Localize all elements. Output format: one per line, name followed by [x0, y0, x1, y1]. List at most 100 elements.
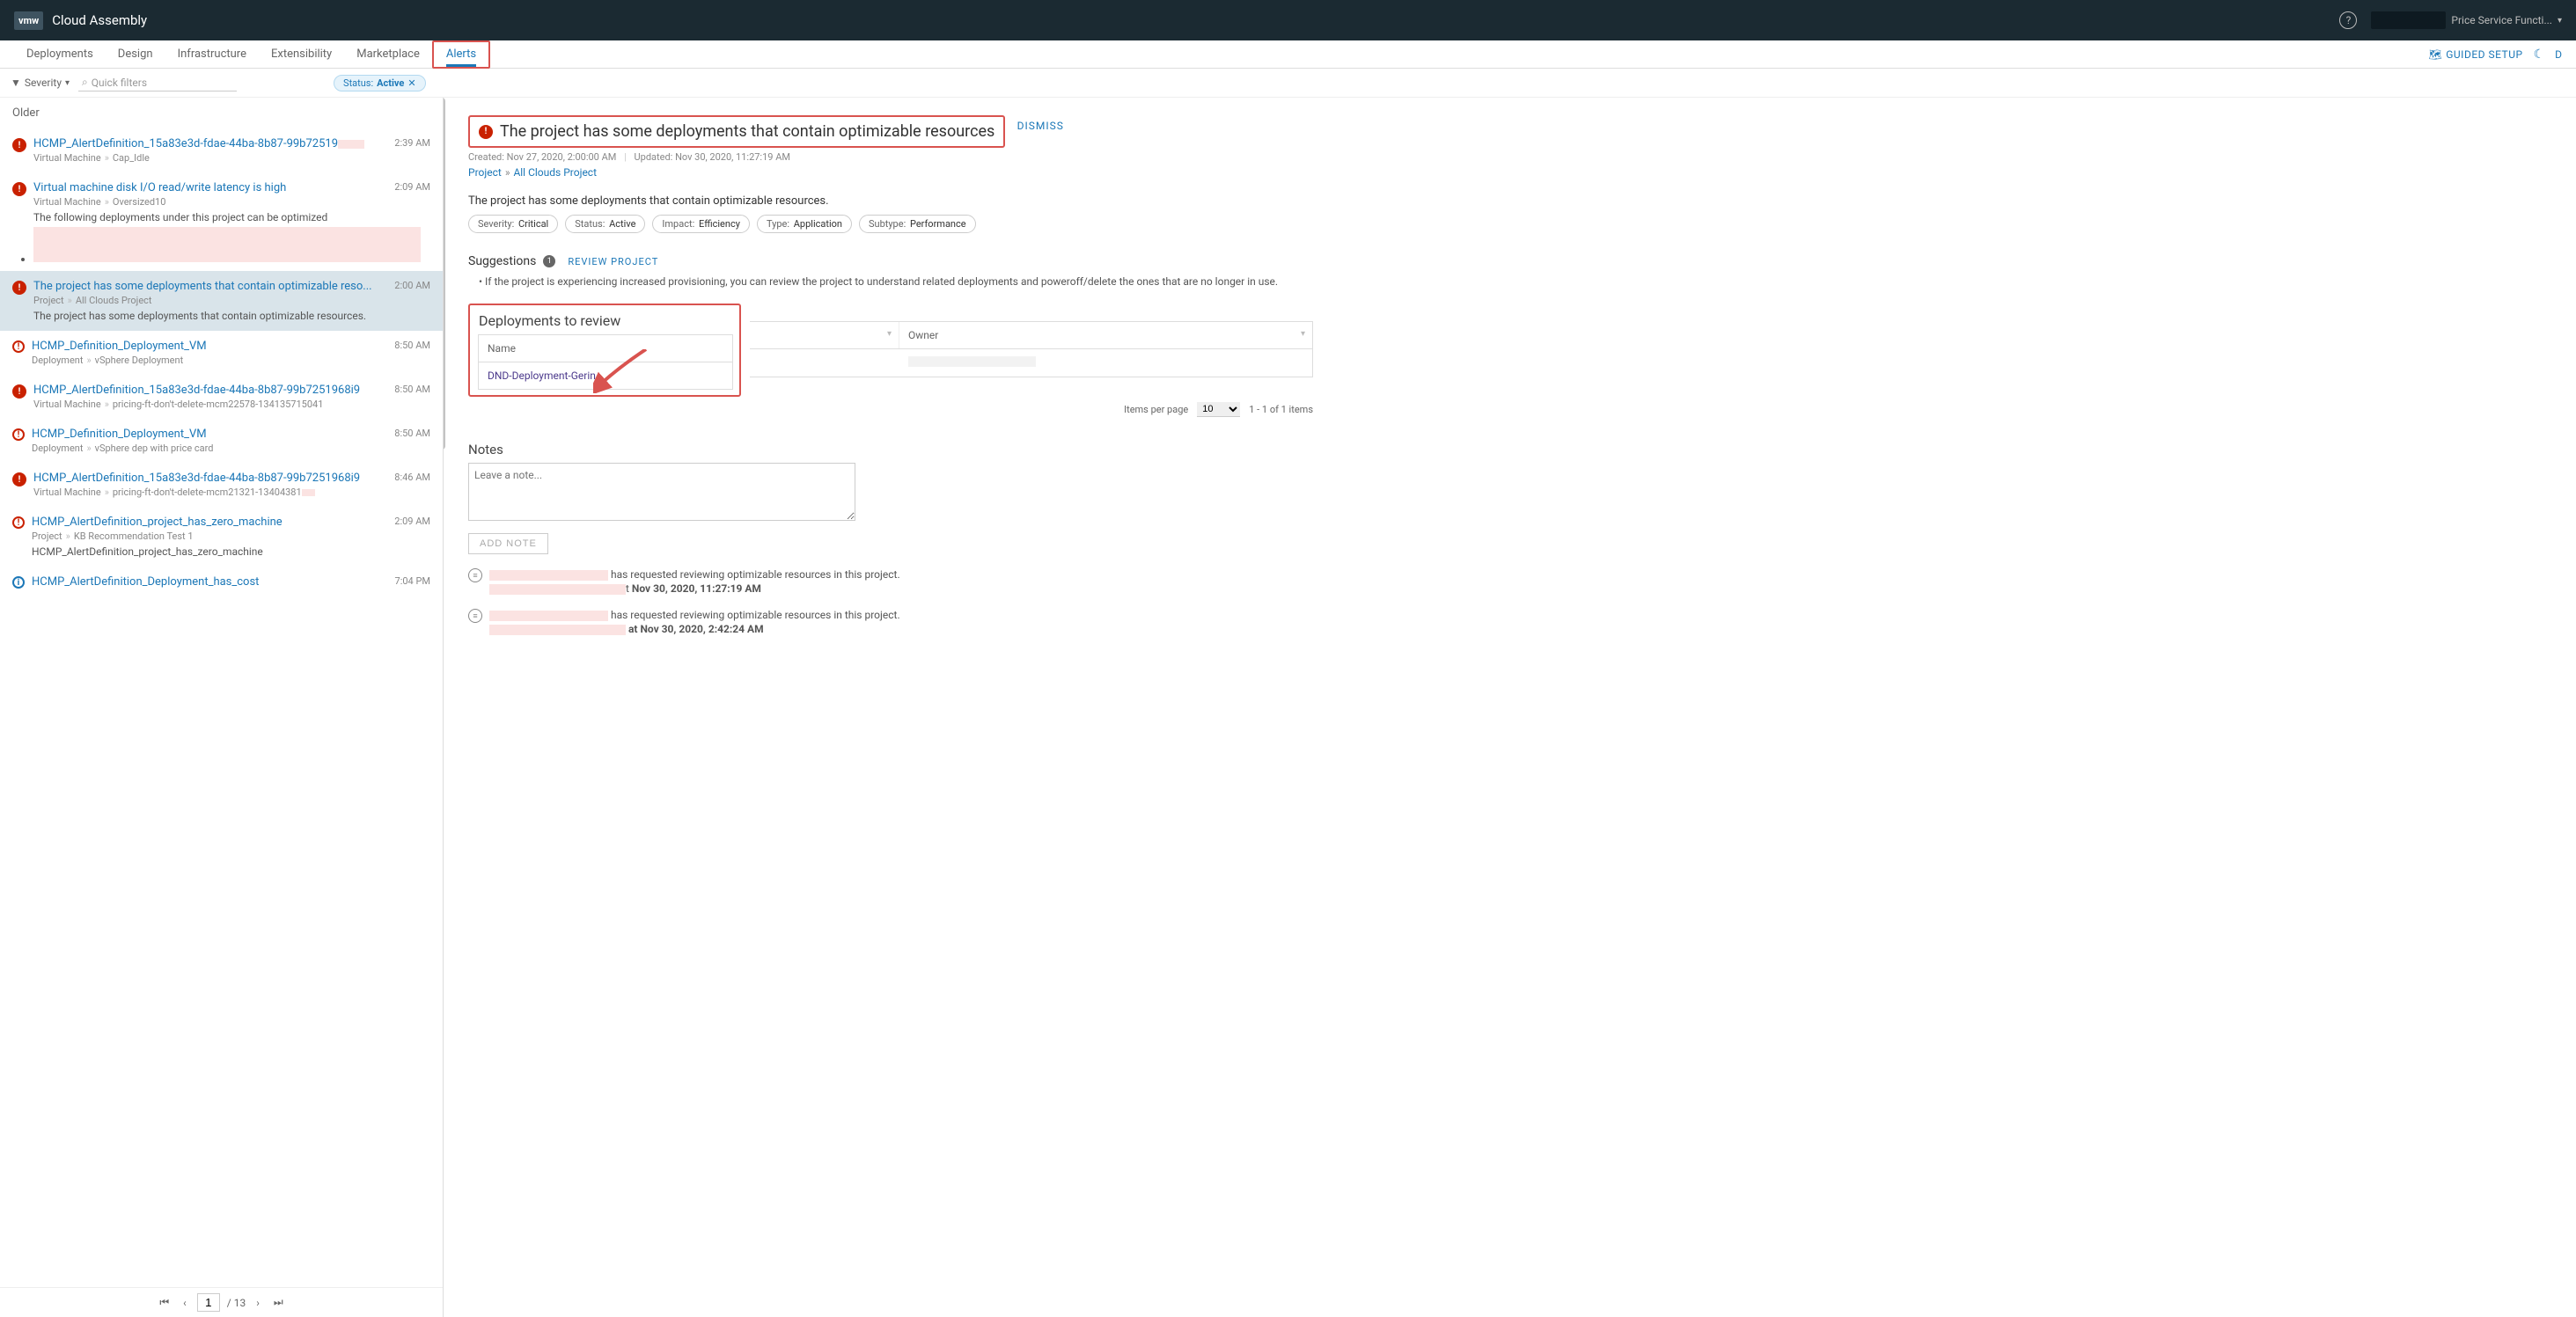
alert-time: 8:46 AM [394, 472, 430, 483]
alert-warning-icon: ! [12, 428, 25, 441]
filter-icon[interactable]: ▾ [887, 329, 892, 339]
quick-filters-label: Quick filters [92, 77, 147, 89]
alert-title: Virtual machine disk I/O read/write late… [33, 181, 430, 194]
alert-critical-icon: ! [12, 138, 26, 152]
alert-item[interactable]: ! HCMP_Definition_Deployment_VM Deployme… [0, 331, 443, 375]
user-label: Price Service Functi... [2451, 14, 2552, 26]
alert-time: 8:50 AM [394, 428, 430, 439]
chevron-down-icon: ▾ [2558, 16, 2562, 26]
main-nav: Deployments Design Infrastructure Extens… [0, 40, 2576, 69]
user-badge [2371, 11, 2446, 29]
nav-right-letter: D [2555, 48, 2562, 61]
pager-first-icon[interactable]: ⏮ [156, 1294, 172, 1311]
alert-time: 7:04 PM [395, 575, 430, 587]
chip: Type: Application [757, 215, 852, 233]
note-avatar-icon: ≡ [468, 609, 482, 623]
tab-alerts[interactable]: Alerts [432, 40, 490, 69]
tab-infrastructure[interactable]: Infrastructure [165, 40, 259, 69]
filter-chip-status[interactable]: Status: Active ✕ [334, 75, 426, 91]
tab-design[interactable]: Design [106, 40, 165, 69]
alert-desc: The following deployments under this pro… [33, 211, 430, 262]
alert-time: 2:39 AM [394, 137, 430, 149]
tab-marketplace[interactable]: Marketplace [344, 40, 432, 69]
alert-critical-icon: ! [12, 472, 26, 487]
deployments-header: Deployments to review [479, 312, 730, 329]
alert-item[interactable]: ! The project has some deployments that … [0, 271, 443, 331]
review-project-link[interactable]: REVIEW PROJECT [568, 256, 658, 267]
pager-prev-icon[interactable]: ‹ [180, 1295, 190, 1311]
logo: vmw [14, 11, 43, 30]
pager-current-input[interactable] [197, 1293, 220, 1312]
app-header: vmw Cloud Assembly ? Price Service Funct… [0, 0, 2576, 40]
notes-header: Notes [468, 442, 2576, 457]
alert-title: HCMP_AlertDefinition_15a83e3d-fdae-44ba-… [33, 472, 430, 485]
chip-value: Active [377, 77, 404, 89]
note-entry: ≡ has requested reviewing optimizable re… [468, 609, 2576, 635]
tab-deployments[interactable]: Deployments [14, 40, 106, 69]
table-row-right [750, 349, 1313, 377]
note-textarea[interactable] [468, 463, 855, 521]
guided-setup-link[interactable]: 🗺 GUIDED SETUP [2428, 48, 2522, 61]
search-icon: ⌕ [82, 76, 88, 89]
guided-label: GUIDED SETUP [2446, 48, 2522, 61]
alert-title: HCMP_Definition_Deployment_VM [32, 340, 430, 353]
pager-next-icon[interactable]: › [253, 1295, 263, 1311]
alert-meta: Deployment»vSphere Deployment [32, 355, 430, 366]
alert-critical-icon: ! [479, 125, 493, 139]
alert-info-icon: i [12, 576, 25, 589]
alert-item[interactable]: ! HCMP_Definition_Deployment_VM Deployme… [0, 419, 443, 463]
detail-dates: Created: Nov 27, 2020, 2:00:00 AM | Upda… [468, 151, 2576, 163]
add-note-button[interactable]: ADD NOTE [468, 533, 548, 554]
dismiss-link[interactable]: DISMISS [1017, 120, 1064, 132]
filter-icon[interactable]: ▾ [1301, 329, 1305, 339]
deployments-box: Deployments to review Name DND-Deploymen… [468, 304, 741, 397]
close-icon[interactable]: ✕ [407, 77, 415, 89]
alert-title: The project has some deployments that co… [33, 280, 430, 293]
col-owner[interactable]: Owner▾ [899, 322, 1312, 348]
severity-label: Severity [25, 77, 62, 89]
alert-item[interactable]: i HCMP_AlertDefinition_Deployment_has_co… [0, 567, 443, 597]
breadcrumb[interactable]: Project»All Clouds Project [468, 166, 2576, 179]
alert-title: HCMP_AlertDefinition_15a83e3d-fdae-44ba-… [33, 384, 430, 397]
alert-title: HCMP_AlertDefinition_project_has_zero_ma… [32, 516, 430, 529]
count-badge: 1 [543, 255, 555, 267]
quick-filters-input[interactable]: ⌕ Quick filters [78, 74, 237, 91]
alert-title: HCMP_Definition_Deployment_VM [32, 428, 430, 441]
col-name-filter[interactable]: ▾ [750, 322, 899, 348]
filter-bar: ▼ Severity ▾ ⌕ Quick filters Status: Act… [0, 69, 2576, 98]
alert-warning-icon: ! [12, 516, 25, 529]
suggestion-text: • If the project is experiencing increas… [468, 275, 2576, 288]
alert-item[interactable]: ! HCMP_AlertDefinition_15a83e3d-fdae-44b… [0, 463, 443, 507]
alert-critical-icon: ! [12, 384, 26, 399]
alert-detail-panel: ! The project has some deployments that … [444, 98, 2576, 1317]
detail-chips: Severity: CriticalStatus: ActiveImpact: … [468, 215, 2576, 233]
user-menu[interactable]: Price Service Functi... ▾ [2371, 11, 2562, 29]
alert-item[interactable]: ! HCMP_AlertDefinition_project_has_zero_… [0, 507, 443, 567]
chip: Impact: Efficiency [652, 215, 750, 233]
funnel-icon: ▼ [11, 77, 21, 89]
alert-title: HCMP_AlertDefinition_15a83e3d-fdae-44ba-… [33, 137, 430, 150]
pager-size-select[interactable]: 10 [1197, 402, 1240, 417]
alert-meta: Virtual Machine»Cap_Idle [33, 152, 430, 164]
table-header-row-right: ▾ Owner▾ [750, 321, 1313, 349]
help-icon[interactable]: ? [2339, 11, 2357, 29]
arrow-annotation [593, 349, 655, 393]
alert-item[interactable]: ! HCMP_AlertDefinition_15a83e3d-fdae-44b… [0, 375, 443, 419]
alert-desc: The project has some deployments that co… [33, 310, 430, 322]
tab-extensibility[interactable]: Extensibility [259, 40, 344, 69]
alert-item[interactable]: ! Virtual machine disk I/O read/write la… [0, 172, 443, 271]
alert-item[interactable]: ! HCMP_AlertDefinition_15a83e3d-fdae-44b… [0, 128, 443, 172]
moon-icon[interactable]: ☾ [2534, 48, 2545, 62]
alert-time: 2:09 AM [394, 181, 430, 193]
map-icon: 🗺 [2428, 48, 2442, 61]
pager-last-icon[interactable]: ⏭ [270, 1294, 287, 1311]
detail-summary: The project has some deployments that co… [468, 194, 2576, 208]
detail-title: The project has some deployments that co… [500, 122, 994, 141]
scrollbar[interactable] [444, 98, 449, 511]
alert-critical-icon: ! [12, 182, 26, 196]
severity-filter[interactable]: ▼ Severity ▾ [11, 77, 70, 89]
alert-meta: Virtual Machine»Oversized10 [33, 196, 430, 208]
suggestions-header: Suggestions 1 REVIEW PROJECT [468, 254, 2576, 268]
app-title: Cloud Assembly [52, 12, 147, 28]
alert-list-panel: Older ! HCMP_AlertDefinition_15a83e3d-fd… [0, 98, 444, 1317]
